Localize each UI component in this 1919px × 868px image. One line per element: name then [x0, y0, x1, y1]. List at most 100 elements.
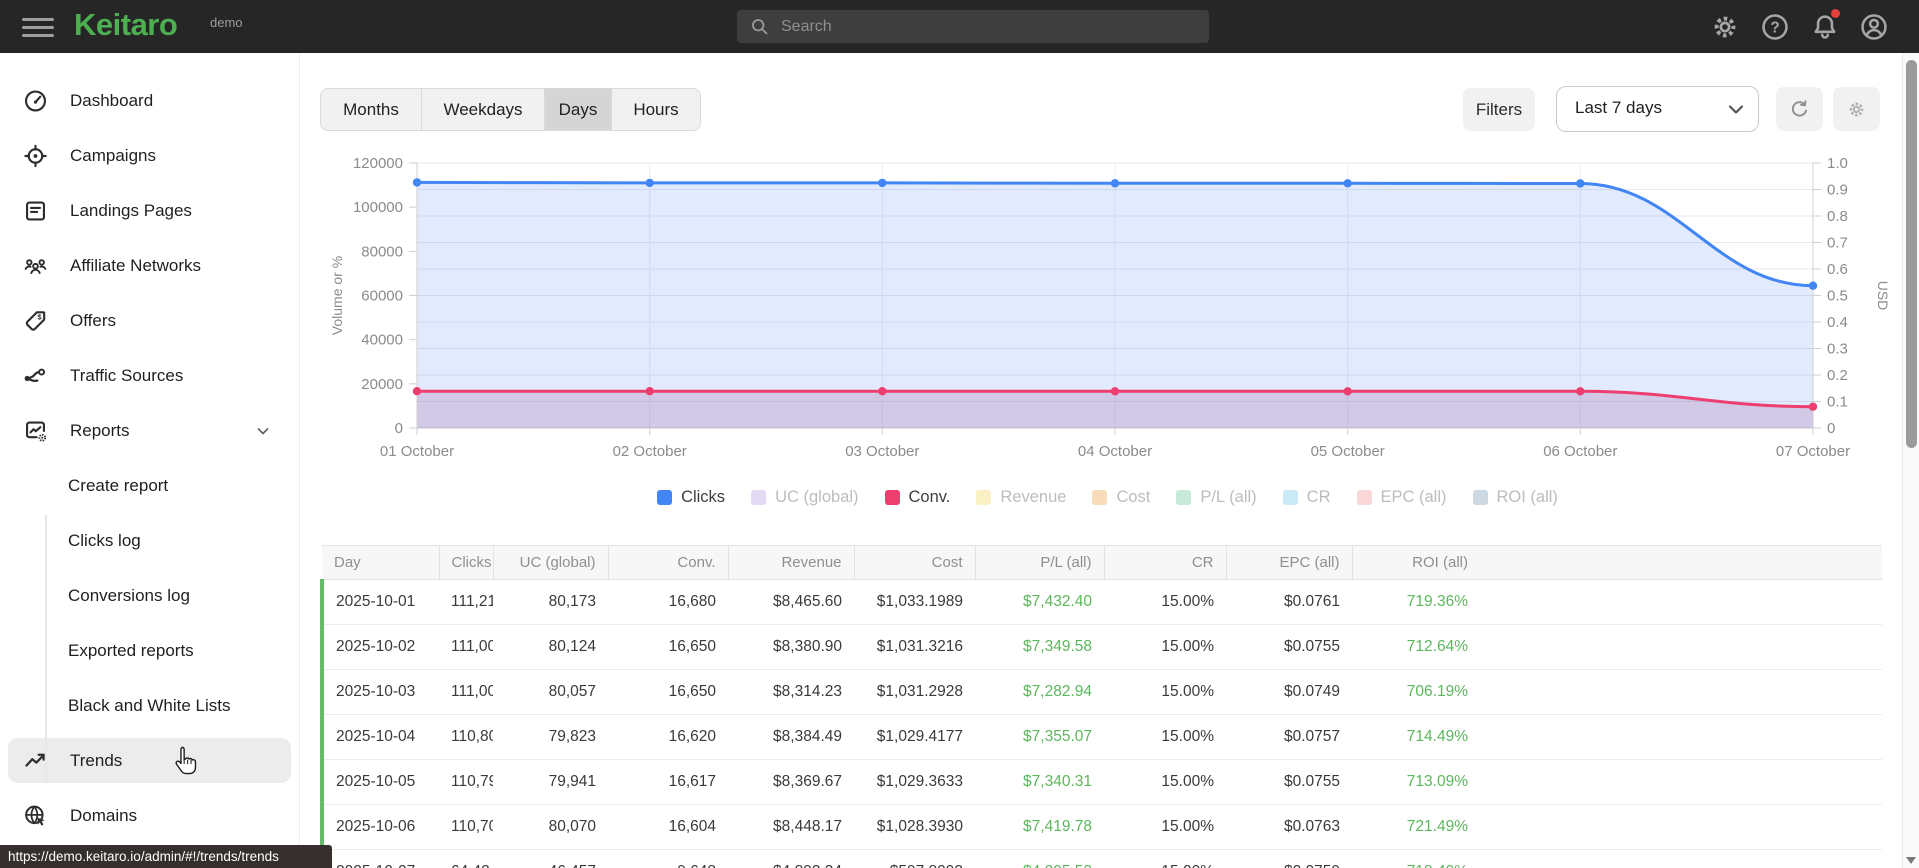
cell-uc-global: 79,941	[493, 759, 608, 805]
top-bar: Keitaro demo ?	[0, 0, 1919, 53]
legend-label: ROI (all)	[1496, 488, 1558, 506]
sidebar-item-domains[interactable]: Domains	[0, 788, 299, 843]
submenu-indent-line	[45, 515, 47, 783]
tab-months[interactable]: Months	[321, 89, 422, 130]
legend-item-revenue[interactable]: Revenue	[976, 488, 1066, 507]
cell-cr: 15.00%	[1104, 759, 1226, 805]
cell-filler	[1480, 714, 1882, 760]
sidebar-item-campaigns[interactable]: Campaigns	[0, 128, 299, 183]
cell-uc-global: 80,070	[493, 804, 608, 850]
cell-uc-global: 79,823	[493, 714, 608, 760]
target-icon	[24, 144, 47, 167]
settings-button[interactable]	[1709, 11, 1741, 43]
gear-icon	[1849, 102, 1864, 116]
sidebar-item-offers[interactable]: $ Offers	[0, 293, 299, 348]
help-button[interactable]: ?	[1759, 11, 1791, 43]
cell-day: 2025-10-03	[320, 669, 439, 715]
date-range-select[interactable]: Last 7 days	[1556, 86, 1759, 132]
notification-dot	[1831, 9, 1840, 18]
cell-epc-all: $0.0755	[1226, 759, 1352, 805]
account-button[interactable]	[1858, 11, 1890, 43]
svg-text:USD: USD	[1875, 281, 1891, 311]
cell-uc-global: 80,124	[493, 624, 608, 670]
legend-item-epc-all[interactable]: EPC (all)	[1356, 488, 1447, 507]
hamburger-menu-icon[interactable]	[22, 13, 54, 40]
cell-cost: $1,029.4177	[854, 714, 975, 760]
refresh-button[interactable]	[1776, 87, 1823, 131]
svg-text:80000: 80000	[361, 243, 403, 260]
chart-settings-button[interactable]	[1833, 87, 1880, 131]
cell-day: 2025-10-05	[320, 759, 439, 805]
sidebar-item-reports[interactable]: Reports	[0, 403, 299, 458]
cell-cost: $1,033.1989	[854, 579, 975, 625]
legend-swatch	[657, 490, 673, 505]
cell-p-l-all: $7,282.94	[975, 669, 1104, 715]
cell-roi-all: 718.49%	[1352, 849, 1480, 868]
table-row: 2025-10-01 111,21 80,173 16,680 $8,465.60 $1,…	[320, 579, 1882, 625]
svg-text:?: ?	[1770, 20, 1779, 37]
trends-chart-svg[interactable]: 0 20000 40000 60000 80000 100000 120000 0 0.1 0.2…	[329, 150, 1905, 475]
vertical-scrollbar[interactable]	[1902, 53, 1919, 868]
sidebar-item-traffic-sources[interactable]: Traffic Sources	[0, 348, 299, 403]
cell-day: 2025-10-02	[320, 624, 439, 670]
svg-text:120000: 120000	[353, 155, 403, 172]
legend-item-conv[interactable]: Conv.	[884, 488, 950, 507]
svg-text:0: 0	[1827, 420, 1835, 437]
granularity-tabs: Months Weekdays Days Hours	[320, 88, 701, 131]
cell-cost: $1,028.3930	[854, 804, 975, 850]
legend-item-cost[interactable]: Cost	[1092, 488, 1150, 507]
sidebar-item-label: Campaigns	[70, 145, 156, 165]
tab-hours[interactable]: Hours	[612, 89, 700, 130]
notifications-button[interactable]	[1809, 9, 1841, 43]
cell-roi-all: 719.36%	[1352, 579, 1480, 625]
cell-conv: 16,680	[608, 579, 728, 625]
sidebar-item-landings-pages[interactable]: Landings Pages	[0, 183, 299, 238]
status-url-tooltip: https://demo.keitaro.io/admin/#!/trends/…	[0, 845, 332, 868]
sidebar-item-affiliate-networks[interactable]: Affiliate Networks	[0, 238, 299, 293]
cell-p-l-all: $7,355.07	[975, 714, 1104, 760]
svg-text:0.4: 0.4	[1827, 314, 1848, 331]
cell-roi-all: 721.49%	[1352, 804, 1480, 850]
cell-clicks: 111,00	[439, 669, 493, 715]
env-label: demo	[210, 15, 243, 30]
search-input[interactable]	[781, 10, 1201, 43]
sidebar-item-label: Offers	[70, 310, 116, 330]
cell-roi-all: 713.09%	[1352, 759, 1480, 805]
sidebar-item-dashboard[interactable]: Dashboard	[0, 73, 299, 128]
legend-item-p-l-all[interactable]: P/L (all)	[1176, 488, 1257, 507]
legend-item-roi-all[interactable]: ROI (all)	[1472, 488, 1558, 507]
column-header-day: Day	[322, 545, 440, 580]
trends-table-wrap: Day Clicks UC (global) Conv. Revenue Cost P/L …	[320, 545, 1882, 868]
search-icon	[752, 19, 768, 35]
trends-chart[interactable]: 0 20000 40000 60000 80000 100000 120000 0 0.1 0.2…	[329, 150, 1905, 475]
scroll-down-arrow[interactable]	[1906, 857, 1916, 864]
scrollbar-thumb[interactable]	[1906, 60, 1917, 448]
cell-revenue: $8,465.60	[728, 579, 854, 625]
cell-revenue: $8,384.49	[728, 714, 854, 760]
sidebar-subitem-label: Black and White Lists	[68, 695, 231, 715]
legend-item-uc-global[interactable]: UC (global)	[751, 488, 859, 507]
sidebar-item-label: Affiliate Networks	[70, 255, 202, 275]
column-header-revenue: Revenue	[728, 545, 855, 580]
tab-weekdays[interactable]: Weekdays	[422, 89, 545, 130]
cell-p-l-all: $7,340.31	[975, 759, 1104, 805]
legend-swatch	[1356, 490, 1372, 505]
date-range-value: Last 7 days	[1575, 98, 1662, 117]
sidebar-item-label: Landings Pages	[70, 200, 192, 220]
cell-roi-all: 706.19%	[1352, 669, 1480, 715]
sidebar-subitem-label: Clicks log	[68, 530, 141, 550]
tab-days[interactable]: Days	[545, 89, 612, 130]
legend-swatch	[1092, 490, 1108, 505]
help-icon: ?	[1762, 14, 1788, 40]
cell-cr: 15.00%	[1104, 624, 1226, 670]
legend-item-clicks[interactable]: Clicks	[657, 488, 725, 507]
sidebar-item-create-report[interactable]: Create report	[0, 458, 299, 513]
legend-label: EPC (all)	[1380, 488, 1447, 506]
cell-epc-all: $0.0759	[1226, 849, 1352, 868]
filters-button[interactable]: Filters	[1463, 88, 1535, 131]
legend-item-cr[interactable]: CR	[1282, 488, 1331, 507]
table-row: 2025-10-0764,4246,4579,648$4,893.34$597.…	[320, 849, 1882, 868]
legend-swatch	[976, 490, 992, 505]
svg-text:02 October: 02 October	[613, 443, 687, 460]
search-box[interactable]	[737, 10, 1209, 43]
